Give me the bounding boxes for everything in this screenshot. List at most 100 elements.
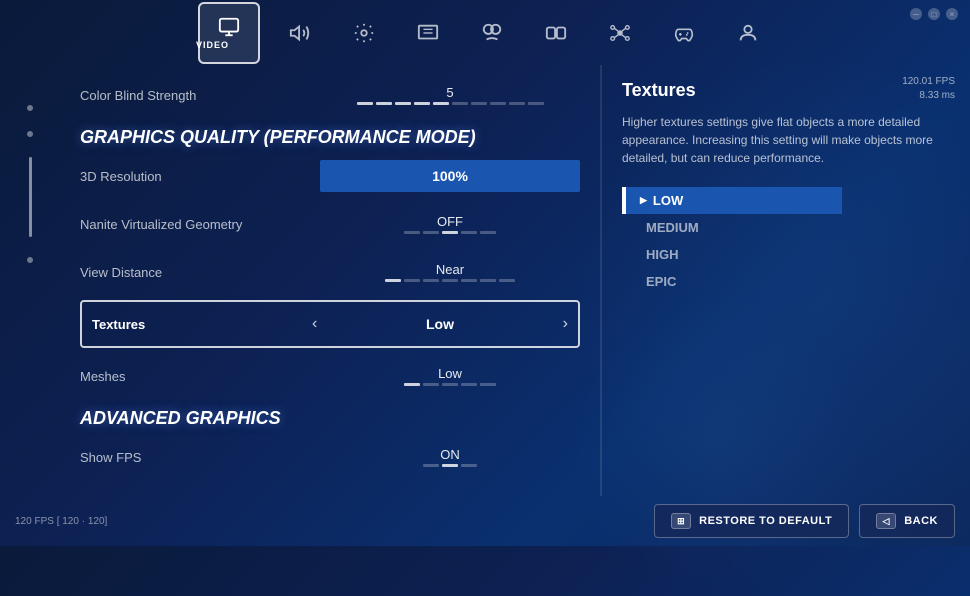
sf-dash-1	[423, 464, 439, 467]
ms-value: 8.33 ms	[902, 89, 955, 103]
view-distance-dashes	[385, 279, 515, 282]
nav-controller[interactable]	[666, 15, 702, 51]
speaker-icon	[289, 22, 311, 44]
nanite-control[interactable]: OFF	[320, 214, 580, 234]
vd-dash-3	[423, 279, 439, 282]
color-blind-dashes	[357, 102, 544, 105]
vd-dash-1	[385, 279, 401, 282]
nav-controls[interactable]	[474, 15, 510, 51]
dash-7	[471, 102, 487, 105]
show-fps-control[interactable]: ON	[320, 447, 580, 467]
textures-next-btn[interactable]: ›	[563, 315, 568, 333]
color-blind-value: 5	[446, 85, 453, 100]
view-distance-label: View Distance	[80, 265, 320, 280]
view-distance-control[interactable]: Near	[320, 262, 580, 282]
m-dash-4	[461, 383, 477, 386]
meshes-value: Low	[438, 366, 462, 381]
vd-dash-5	[461, 279, 477, 282]
sidebar-dot-3	[27, 257, 33, 263]
dash-6	[452, 102, 468, 105]
vd-dash-7	[499, 279, 515, 282]
textures-control: ‹ Low ›	[312, 315, 568, 333]
show-fps-label: Show FPS	[80, 450, 320, 465]
quality-dropdown: LOW MEDIUM HIGH EPIC	[622, 187, 842, 295]
nav-profile[interactable]	[730, 15, 766, 51]
resolution-label: 3D Resolution	[80, 169, 320, 184]
dash-1	[357, 102, 373, 105]
textures-row[interactable]: Textures ‹ Low ›	[80, 300, 580, 348]
color-blind-slider[interactable]: 5	[320, 85, 580, 105]
left-sidebar	[0, 65, 60, 546]
vd-dash-6	[480, 279, 496, 282]
nav-settings[interactable]	[346, 15, 382, 51]
nav-display[interactable]	[410, 15, 446, 51]
fps-info: 120 FPS [ 120 · 120]	[15, 516, 107, 527]
color-blind-label: Color Blind Strength	[80, 88, 320, 103]
dash-8	[490, 102, 506, 105]
sf-dash-3	[461, 464, 477, 467]
dash-4	[414, 102, 430, 105]
nanite-value: OFF	[437, 214, 463, 229]
nav-gamepad[interactable]	[538, 15, 574, 51]
sidebar-scroll-indicator	[29, 157, 32, 237]
n-dash-2	[423, 231, 439, 234]
textures-label: Textures	[92, 317, 312, 332]
m-dash-3	[442, 383, 458, 386]
quality-option-epic[interactable]: EPIC	[622, 268, 842, 295]
n-dash-3	[442, 231, 458, 234]
textures-value: Low	[426, 316, 454, 332]
nav-video-label: video	[196, 40, 229, 50]
color-blind-row: Color Blind Strength 5	[80, 75, 580, 115]
meshes-label: Meshes	[80, 369, 320, 384]
sidebar-dot-2	[27, 131, 33, 137]
monitor-icon	[218, 16, 240, 38]
back-button[interactable]: ◁ BACK	[859, 504, 955, 538]
bottom-bar: 120 FPS [ 120 · 120] ⊞ RESTORE TO DEFAUL…	[0, 496, 970, 546]
meshes-dashes	[404, 383, 496, 386]
back-label: BACK	[904, 515, 938, 527]
sf-dash-2	[442, 464, 458, 467]
bottom-buttons: ⊞ RESTORE TO DEFAULT ◁ BACK	[654, 504, 955, 538]
dash-3	[395, 102, 411, 105]
nav-network[interactable]	[602, 15, 638, 51]
resolution-row: 3D Resolution 100%	[80, 156, 580, 196]
nanite-dashes	[404, 231, 496, 234]
restore-default-button[interactable]: ⊞ RESTORE TO DEFAULT	[654, 504, 849, 538]
profile-icon	[737, 22, 759, 44]
dash-9	[509, 102, 525, 105]
show-fps-value: ON	[440, 447, 460, 462]
view-distance-value: Near	[436, 262, 464, 277]
show-fps-dashes	[423, 464, 477, 467]
network-icon	[609, 22, 631, 44]
textures-prev-btn[interactable]: ‹	[312, 315, 317, 333]
fps-value: 120.01 FPS	[902, 75, 955, 89]
nanite-row: Nanite Virtualized Geometry OFF	[80, 204, 580, 244]
restore-icon: ⊞	[671, 513, 691, 529]
n-dash-1	[404, 231, 420, 234]
meshes-row: Meshes Low	[80, 356, 580, 396]
dash-5	[433, 102, 449, 105]
gamepad-icon	[545, 22, 567, 44]
info-title: Textures	[622, 80, 950, 101]
dash-10	[528, 102, 544, 105]
advanced-graphics-title: ADVANCED GRAPHICS	[80, 408, 580, 429]
top-navigation: video	[0, 0, 970, 65]
view-distance-row: View Distance Near	[80, 252, 580, 292]
main-content: Color Blind Strength 5 GRAPHICS QUA	[60, 65, 970, 496]
m-dash-2	[423, 383, 439, 386]
restore-label: RESTORE TO DEFAULT	[699, 515, 832, 527]
gear-icon	[353, 22, 375, 44]
back-icon: ◁	[876, 513, 896, 529]
nav-audio[interactable]	[282, 15, 318, 51]
quality-option-high[interactable]: HIGH	[622, 241, 842, 268]
nav-video[interactable]: video	[204, 8, 254, 58]
resolution-value[interactable]: 100%	[320, 160, 580, 192]
sidebar-dot-1	[27, 105, 33, 111]
m-dash-1	[404, 383, 420, 386]
m-dash-5	[480, 383, 496, 386]
quality-option-low[interactable]: LOW	[622, 187, 842, 214]
quality-option-medium[interactable]: MEDIUM	[622, 214, 842, 241]
n-dash-4	[461, 231, 477, 234]
fps-counter: 120.01 FPS 8.33 ms	[902, 75, 955, 103]
meshes-control[interactable]: Low	[320, 366, 580, 386]
